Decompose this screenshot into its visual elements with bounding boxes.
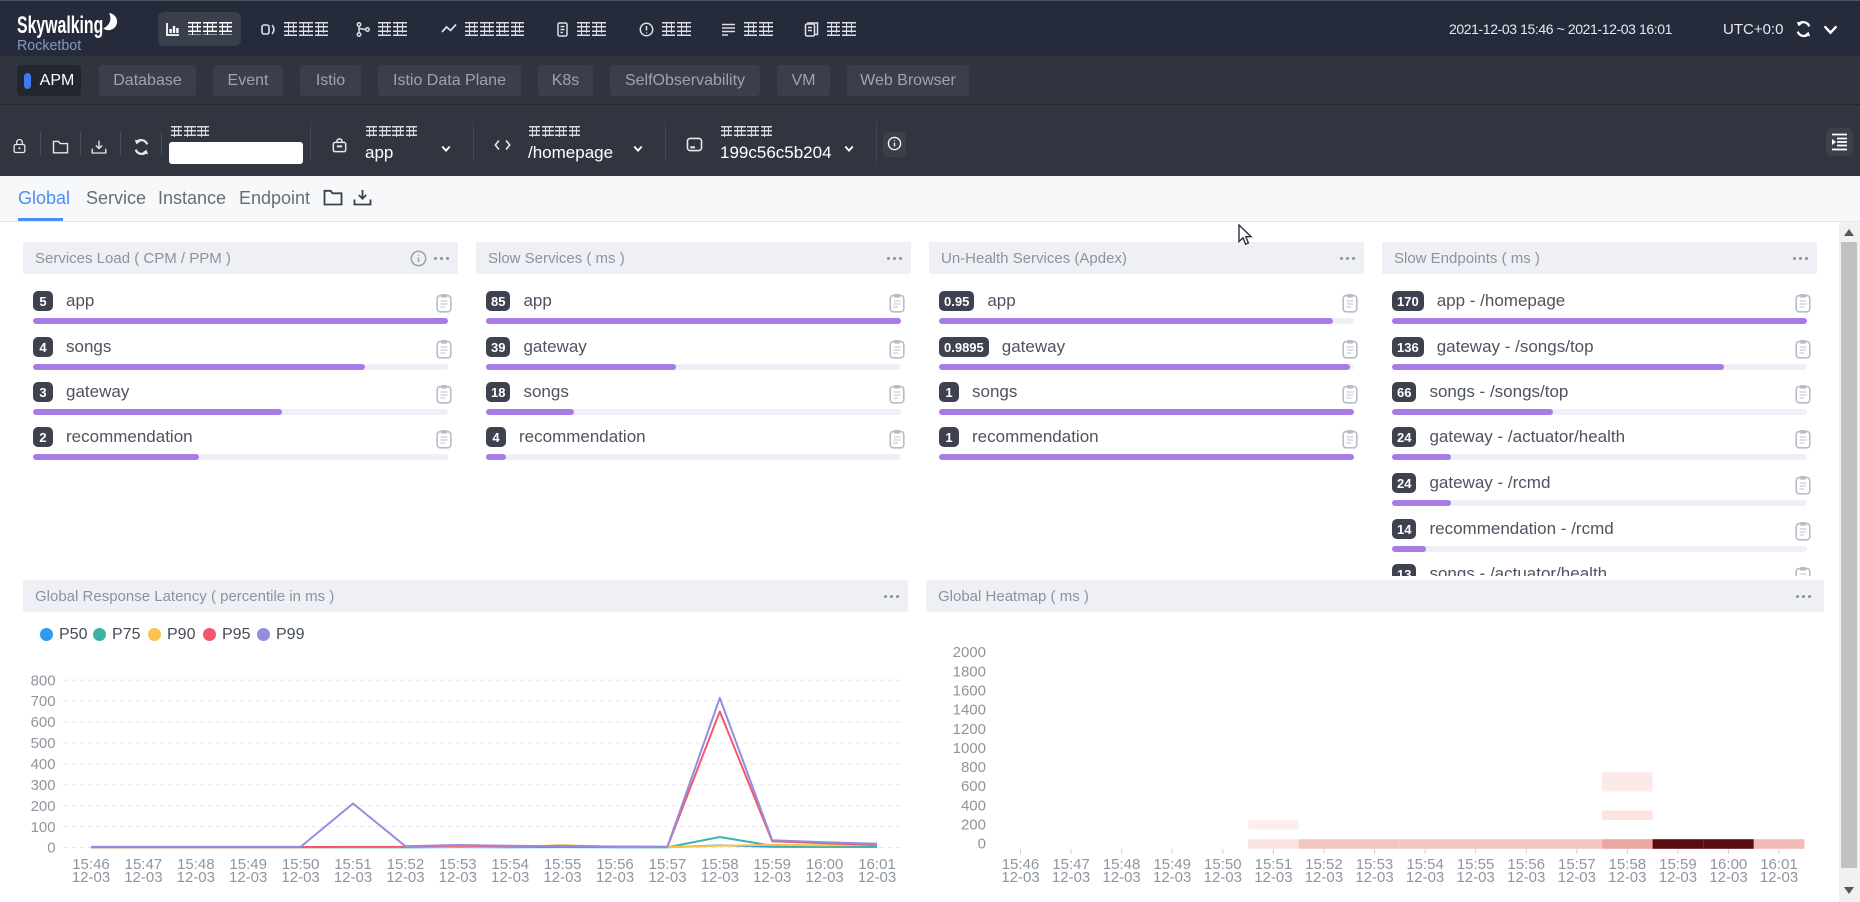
svg-text:0: 0 <box>47 840 55 857</box>
svg-text:12-03: 12-03 <box>753 869 791 886</box>
svg-text:12-03: 12-03 <box>1001 869 1039 886</box>
svg-text:12-03: 12-03 <box>177 869 215 886</box>
svg-text:12-03: 12-03 <box>1507 869 1545 886</box>
svg-text:12-03: 12-03 <box>701 869 739 886</box>
svg-text:12-03: 12-03 <box>386 869 424 886</box>
svg-text:12-03: 12-03 <box>1709 869 1747 886</box>
svg-text:12-03: 12-03 <box>1305 869 1343 886</box>
svg-text:12-03: 12-03 <box>72 869 110 886</box>
svg-text:800: 800 <box>961 759 986 776</box>
svg-text:400: 400 <box>31 756 56 773</box>
svg-text:1400: 1400 <box>953 702 986 719</box>
svg-text:12-03: 12-03 <box>1102 869 1140 886</box>
svg-text:12-03: 12-03 <box>1608 869 1646 886</box>
svg-text:12-03: 12-03 <box>805 869 843 886</box>
svg-text:12-03: 12-03 <box>229 869 267 886</box>
svg-text:12-03: 12-03 <box>543 869 581 886</box>
svg-text:800: 800 <box>31 672 56 689</box>
svg-text:12-03: 12-03 <box>334 869 372 886</box>
svg-text:12-03: 12-03 <box>1558 869 1596 886</box>
svg-text:12-03: 12-03 <box>1406 869 1444 886</box>
svg-text:2000: 2000 <box>953 644 986 661</box>
svg-text:12-03: 12-03 <box>1204 869 1242 886</box>
svg-text:200: 200 <box>31 798 56 815</box>
svg-text:12-03: 12-03 <box>491 869 529 886</box>
svg-text:12-03: 12-03 <box>648 869 686 886</box>
svg-text:0: 0 <box>978 836 986 853</box>
svg-text:400: 400 <box>961 797 986 814</box>
svg-text:200: 200 <box>961 817 986 834</box>
svg-text:300: 300 <box>31 777 56 794</box>
svg-text:12-03: 12-03 <box>439 869 477 886</box>
svg-text:12-03: 12-03 <box>1456 869 1494 886</box>
svg-text:1000: 1000 <box>953 740 986 757</box>
svg-text:600: 600 <box>961 778 986 795</box>
svg-text:500: 500 <box>31 735 56 752</box>
svg-text:12-03: 12-03 <box>1254 869 1292 886</box>
svg-text:100: 100 <box>31 819 56 836</box>
svg-text:12-03: 12-03 <box>1659 869 1697 886</box>
svg-text:1200: 1200 <box>953 721 986 738</box>
svg-text:12-03: 12-03 <box>596 869 634 886</box>
svg-text:12-03: 12-03 <box>124 869 162 886</box>
svg-text:12-03: 12-03 <box>1052 869 1090 886</box>
svg-text:12-03: 12-03 <box>858 869 896 886</box>
svg-text:12-03: 12-03 <box>1760 869 1798 886</box>
svg-text:1800: 1800 <box>953 663 986 680</box>
svg-text:700: 700 <box>31 693 56 710</box>
svg-text:1600: 1600 <box>953 683 986 700</box>
svg-text:12-03: 12-03 <box>1355 869 1393 886</box>
svg-text:12-03: 12-03 <box>1153 869 1191 886</box>
svg-text:600: 600 <box>31 714 56 731</box>
svg-text:12-03: 12-03 <box>281 869 319 886</box>
